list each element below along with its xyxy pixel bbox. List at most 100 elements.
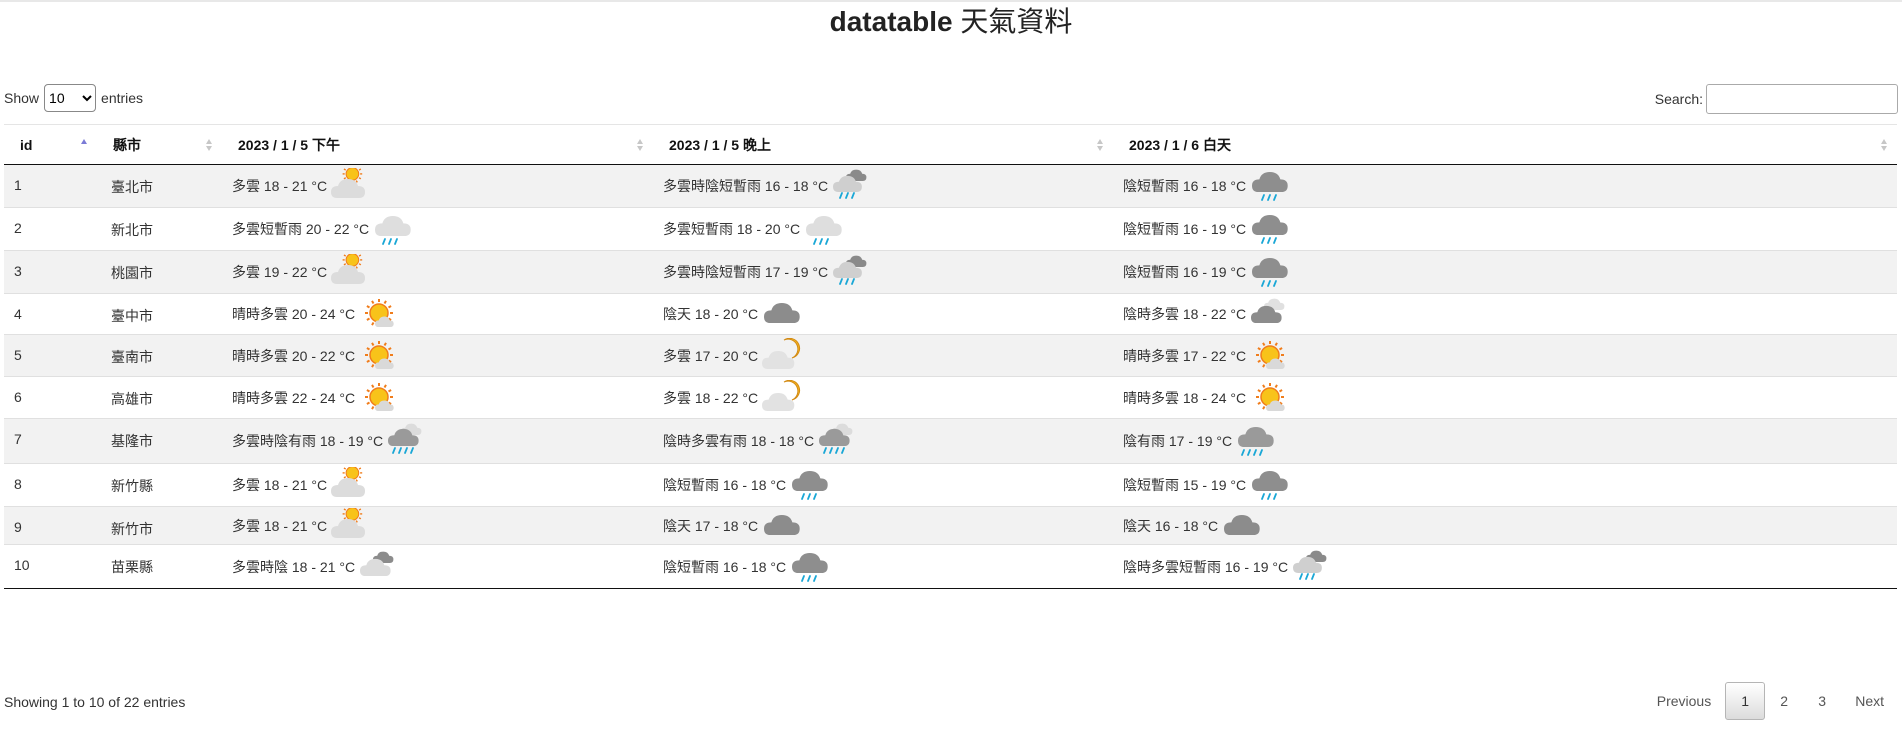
top-border	[0, 0, 1902, 2]
partly-cloudy-sun-icon	[329, 168, 373, 204]
cell-forecast-3: 陰短暫雨 15 - 19 °C	[1113, 463, 1897, 507]
page-button-2[interactable]: 2	[1765, 683, 1803, 719]
page-button-3[interactable]: 3	[1803, 683, 1841, 719]
forecast-text: 陰天 18 - 20 °C	[663, 306, 759, 322]
col-header-city[interactable]: 縣市	[97, 124, 222, 165]
weather-table: id 縣市 2023 / 1 / 5 下午 2023 / 1 / 5 晚上 20…	[4, 124, 1897, 589]
entries-label: entries	[101, 90, 144, 106]
cell-forecast-3: 陰時多雲短暫雨 16 - 19 °C	[1113, 544, 1897, 589]
cell-id: 7	[4, 418, 97, 464]
page-button-1[interactable]: 1	[1725, 682, 1766, 720]
partly-cloudy-sun-icon	[329, 507, 373, 544]
overcast-cloud-icon	[760, 508, 804, 544]
cell-city: 高雄市	[97, 376, 222, 419]
col-header-period-2[interactable]: 2023 / 1 / 5 晚上	[653, 124, 1113, 165]
cell-forecast-2: 陰短暫雨 16 - 18 °C	[653, 544, 1113, 589]
table-row: 3 桃園市 多雲 19 - 22 °C 多雲時陰短暫雨 17 - 19 °C 陰短暫雨 …	[4, 250, 1897, 294]
col-header-period-1[interactable]: 2023 / 1 / 5 下午	[222, 124, 653, 165]
light-rain-cloud-icon	[802, 211, 846, 247]
forecast-text: 多雲 19 - 22 °C	[232, 264, 328, 280]
forecast-text: 陰短暫雨 16 - 18 °C	[663, 477, 787, 493]
cell-forecast-1: 晴時多雲 22 - 24 °C	[222, 376, 653, 419]
cell-city: 新竹市	[97, 506, 222, 545]
forecast-text: 多雲短暫雨 20 - 22 °C	[232, 221, 370, 237]
dark-rain-cloud-icon	[788, 549, 832, 585]
cell-forecast-1: 多雲時陰有雨 18 - 19 °C	[222, 418, 653, 464]
col-header-label: 縣市	[113, 136, 141, 153]
cell-forecast-1: 多雲短暫雨 20 - 22 °C	[222, 207, 653, 251]
forecast-text: 晴時多雲 22 - 24 °C	[232, 389, 356, 406]
cloudy-shower-icon	[830, 168, 874, 204]
sun-cloud-icon	[1248, 380, 1292, 416]
cell-id: 9	[4, 506, 97, 545]
cell-id: 5	[4, 334, 97, 377]
cloudy-shower-icon	[830, 254, 874, 290]
forecast-text: 陰短暫雨 16 - 19 °C	[1123, 264, 1247, 280]
cell-forecast-3: 陰短暫雨 16 - 19 °C	[1113, 250, 1897, 294]
table-info: Showing 1 to 10 of 22 entries	[4, 694, 186, 710]
partly-cloudy-sun-icon	[329, 467, 373, 503]
cell-forecast-2: 陰短暫雨 16 - 18 °C	[653, 463, 1113, 507]
light-rain-cloud-icon	[371, 211, 415, 247]
cloudy-moon-icon	[760, 337, 804, 374]
forecast-text: 陰短暫雨 16 - 19 °C	[1123, 221, 1247, 237]
dark-rain-cloud-icon	[1248, 211, 1292, 247]
table-row: 6 高雄市 晴時多雲 22 - 24 °C 多雲 18 - 22 °C 晴時多雲 18 …	[4, 376, 1897, 419]
table-row: 5 臺南市 晴時多雲 20 - 22 °C 多雲 17 - 20 °C 晴時多雲 17 …	[4, 334, 1897, 377]
table-row: 8 新竹縣 多雲 18 - 21 °C 陰短暫雨 16 - 18 °C 陰短暫雨 15 …	[4, 463, 1897, 507]
cell-id: 6	[4, 376, 97, 419]
cell-city: 新北市	[97, 207, 222, 251]
cell-city: 臺北市	[97, 164, 222, 208]
dark-rain-cloud-icon	[788, 467, 832, 503]
sun-cloud-icon	[1248, 338, 1292, 374]
forecast-text: 陰短暫雨 16 - 18 °C	[1123, 178, 1247, 194]
forecast-text: 晴時多雲 20 - 24 °C	[232, 306, 356, 322]
forecast-text: 多雲 18 - 21 °C	[232, 477, 328, 493]
table-row: 4 臺中市 晴時多雲 20 - 24 °C 陰天 18 - 20 °C 陰時多雲 18 …	[4, 293, 1897, 335]
show-label: Show	[4, 90, 40, 106]
cell-city: 臺中市	[97, 293, 222, 335]
cloudy-heavy-rain-icon	[385, 423, 429, 459]
col-header-label: 2023 / 1 / 5 下午	[238, 136, 340, 153]
cloudy-shower-icon	[1290, 549, 1334, 585]
search-input[interactable]	[1706, 84, 1898, 114]
sun-cloud-icon	[357, 296, 401, 332]
cell-city: 基隆市	[97, 418, 222, 464]
sun-cloud-icon	[357, 380, 401, 416]
length-control: Show 10 entries	[4, 84, 143, 112]
cell-forecast-3: 晴時多雲 18 - 24 °C	[1113, 376, 1897, 419]
forecast-text: 陰時多雲短暫雨 16 - 19 °C	[1123, 558, 1289, 575]
forecast-text: 晴時多雲 17 - 22 °C	[1123, 347, 1247, 364]
forecast-text: 晴時多雲 18 - 24 °C	[1123, 389, 1247, 406]
cloudy-moon-icon	[760, 379, 804, 416]
cell-forecast-1: 晴時多雲 20 - 22 °C	[222, 334, 653, 377]
forecast-text: 多雲 18 - 21 °C	[232, 517, 328, 534]
cell-city: 新竹縣	[97, 463, 222, 507]
sort-asc-icon	[81, 137, 89, 153]
cell-forecast-3: 陰時多雲 18 - 22 °C	[1113, 293, 1897, 335]
dark-rain-cloud-icon	[1248, 168, 1292, 204]
page-title: datatable 天氣資料	[0, 4, 1902, 40]
forecast-text: 陰天 16 - 18 °C	[1123, 517, 1219, 534]
forecast-text: 陰有雨 17 - 19 °C	[1123, 433, 1233, 449]
cell-forecast-2: 陰天 18 - 20 °C	[653, 293, 1113, 335]
col-header-id[interactable]: id	[4, 124, 97, 165]
entries-select[interactable]: 10	[44, 84, 97, 112]
cell-forecast-2: 多雲 18 - 22 °C	[653, 376, 1113, 419]
col-header-period-3[interactable]: 2023 / 1 / 6 白天	[1113, 124, 1897, 165]
cell-forecast-2: 陰時多雲有雨 18 - 18 °C	[653, 418, 1113, 464]
forecast-text: 晴時多雲 20 - 22 °C	[232, 347, 356, 364]
cell-forecast-3: 陰天 16 - 18 °C	[1113, 506, 1897, 545]
dark-rain-cloud-icon	[1248, 467, 1292, 503]
cell-forecast-2: 多雲時陰短暫雨 16 - 18 °C	[653, 164, 1113, 208]
cell-city: 臺南市	[97, 334, 222, 377]
cell-forecast-3: 陰短暫雨 16 - 18 °C	[1113, 164, 1897, 208]
table-row: 10 苗栗縣 多雲時陰 18 - 21 °C 陰短暫雨 16 - 18 °C 陰時多雲短…	[4, 544, 1897, 589]
previous-button[interactable]: Previous	[1643, 683, 1725, 719]
cloudy-heavy-rain-icon	[816, 423, 860, 459]
table-row: 9 新竹市 多雲 18 - 21 °C 陰天 17 - 18 °C 陰天 16 - 18…	[4, 506, 1897, 545]
next-button[interactable]: Next	[1841, 683, 1898, 719]
sort-icon	[1097, 137, 1105, 153]
cell-id: 8	[4, 463, 97, 507]
cell-forecast-3: 陰有雨 17 - 19 °C	[1113, 418, 1897, 464]
